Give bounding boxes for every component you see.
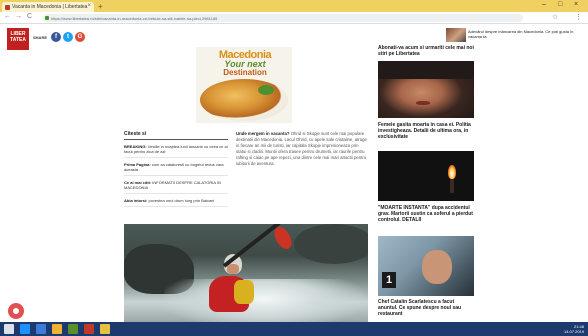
url-text: https://www.libertatea.ro/stiri/vacanta-… [51, 16, 218, 21]
thumbnail-detail [422, 250, 452, 284]
paddle-blade [270, 224, 296, 252]
top-teaser-thumbnail[interactable] [446, 28, 466, 42]
related-item[interactable]: Ce ai mai citit: INFORMATII DESPRE CALAT… [124, 180, 228, 194]
bookmark-star-icon[interactable]: ☆ [552, 14, 558, 22]
sidebar-headline[interactable]: Abonati-va acum si urmariti cele mai noi… [378, 45, 474, 58]
thumbnail-detail [416, 101, 430, 105]
kayaker-face [227, 264, 239, 274]
ad-garnish [258, 85, 274, 95]
browser-tab-bar: Vacanta in Macedonia | Libertatea × + – … [0, 0, 588, 12]
new-tab-button[interactable]: + [98, 3, 103, 11]
start-button[interactable] [4, 324, 14, 334]
sidebar-thumbnail[interactable] [378, 151, 474, 201]
candle-flame [448, 165, 456, 179]
share-label: SHARE [33, 35, 48, 40]
ad-food-image [200, 79, 288, 121]
taskbar-app-icon[interactable] [52, 324, 62, 334]
forward-button[interactable]: → [15, 13, 22, 20]
taskbar-app-icon[interactable] [100, 324, 110, 334]
sidebar-headline[interactable]: "MOARTE INSTANTA" dupa accidentul grav. … [378, 205, 474, 223]
related-heading: Citeste si [124, 131, 228, 140]
article-lead: Unde mergem in vacanta? [236, 131, 290, 136]
rock [294, 224, 368, 264]
address-bar[interactable]: https://www.libertatea.ro/stiri/vacanta-… [43, 14, 523, 22]
reload-button[interactable]: C [27, 13, 32, 20]
top-teaser-text[interactable]: Adevărul despre mâncarea din Macedonia. … [468, 29, 576, 39]
minimize-button[interactable]: – [542, 1, 546, 8]
related-item[interactable]: Abia intorsi: povestea unui drum lung pr… [124, 198, 228, 207]
sidebar-headline[interactable]: Femeie gasita moarta in casa ei. Politia… [378, 122, 474, 140]
chat-bubble-icon[interactable] [8, 303, 24, 319]
taskbar-app-icon[interactable] [68, 324, 78, 334]
related-item[interactable]: Prima Pagina: cum sa calatoresti cu buge… [124, 162, 228, 176]
back-button[interactable]: ← [4, 13, 11, 20]
close-window-button[interactable]: × [574, 1, 578, 8]
tab-title: Vacanta in Macedonia | Libertatea [12, 4, 88, 10]
taskbar-app-icon[interactable] [84, 324, 94, 334]
site-favicon-icon [5, 5, 10, 10]
facebook-share-button[interactable]: f [51, 32, 61, 42]
maximize-button[interactable]: □ [558, 1, 562, 8]
sidebar-headline[interactable]: Chef Catalin Scarlatescu a facut anuntul… [378, 299, 474, 317]
browser-tab[interactable]: Vacanta in Macedonia | Libertatea × [2, 2, 94, 12]
clock-date: 14.07.2019 [563, 329, 584, 334]
kayaking-photo [124, 224, 368, 328]
site-logo[interactable]: LIBER TATEA [7, 28, 29, 50]
channel-badge: 1 [382, 272, 396, 288]
sidebar-thumbnail[interactable] [378, 61, 474, 118]
secure-lock-icon [45, 16, 49, 20]
candle [450, 179, 454, 193]
menu-dots-icon[interactable]: ⋮ [575, 14, 582, 22]
article-text: Ohrid si Skopje sunt cele mai populare d… [236, 131, 367, 167]
sidebar-thumbnail[interactable]: 1 [378, 236, 474, 296]
ad-tagline: Destination [223, 68, 267, 77]
taskbar-app-icon[interactable] [36, 324, 46, 334]
google-share-button[interactable]: G [75, 32, 85, 42]
related-articles: Citeste si BREAKING: Vestile in noaptea … [124, 131, 228, 207]
related-item[interactable]: BREAKING: Vestile in noaptea lunii ianua… [124, 144, 228, 158]
browser-toolbar: ← → C https://www.libertatea.ro/stiri/va… [0, 12, 588, 24]
macedonia-ad-banner[interactable]: Macedonia Your next Destination [196, 47, 292, 123]
twitter-share-button[interactable]: t [63, 32, 73, 42]
thumbnail-detail [378, 61, 474, 79]
system-clock[interactable]: 21:48 14.07.2019 [564, 324, 584, 334]
water-splash [164, 279, 364, 328]
taskbar-app-icon[interactable] [20, 324, 30, 334]
windows-taskbar: 21:48 14.07.2019 [0, 322, 588, 336]
tab-close-icon[interactable]: × [87, 3, 91, 9]
article-body: Unde mergem in vacanta? Ohrid si Skopje … [236, 131, 368, 168]
life-vest [234, 280, 254, 304]
